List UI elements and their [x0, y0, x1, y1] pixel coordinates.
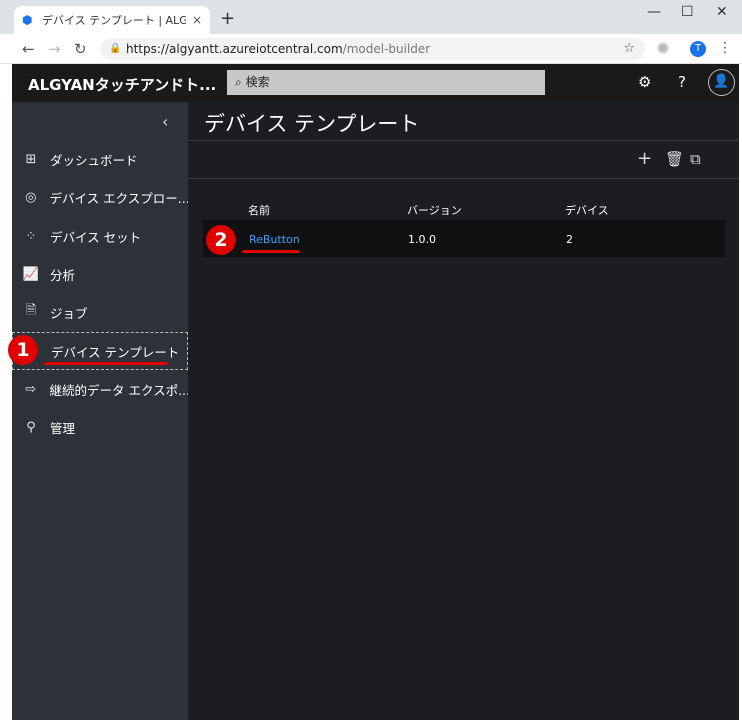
annotation-underline-2 — [242, 250, 300, 253]
export-icon: ⇨ — [25, 381, 37, 397]
forward-arrow-icon[interactable]: → — [48, 40, 61, 58]
tab-close-icon[interactable]: × — [192, 13, 202, 27]
sidebar-item-label: 継続的データ エクスポ... — [49, 382, 188, 398]
collapse-chevron-icon[interactable]: ‹ — [162, 112, 168, 131]
browser-tab[interactable]: ⬢ デバイス テンプレート | ALGYANタッチ × — [14, 6, 210, 34]
copy-icon[interactable]: ⧉ — [690, 150, 701, 168]
url-input[interactable]: 🔒 https://algyantt.azureiotcentral.com/m… — [100, 38, 645, 60]
sidebar: ‹ ⊞ ダッシュボード ◎ デバイス エクスプロー... ⁘ デバイス セット … — [12, 102, 188, 720]
main-content: デバイス テンプレート + 🗑 ⧉ 名前 バージョン デバイス ReButton… — [188, 102, 739, 720]
bookmark-star-icon[interactable]: ☆ — [623, 38, 635, 60]
app-name[interactable]: ALGYANタッチアンドト... — [28, 74, 216, 95]
browser-address-bar: ← → ↻ 🔒 https://algyantt.azureiotcentral… — [0, 34, 742, 64]
template-device-count: 2 — [566, 233, 573, 246]
page-title: デバイス テンプレート — [204, 112, 420, 136]
sidebar-item-data-export[interactable]: ⇨ 継続的データ エクスポ... — [12, 370, 188, 408]
minimize-icon[interactable]: — — [647, 4, 661, 20]
sidebar-item-dashboard[interactable]: ⊞ ダッシュボード — [12, 140, 188, 178]
column-header-version[interactable]: バージョン — [407, 202, 462, 218]
sidebar-item-admin[interactable]: ⚲ 管理 — [12, 408, 188, 446]
iot-central-favicon-icon: ⬢ — [22, 13, 33, 27]
lock-icon: 🔒 — [109, 43, 122, 54]
annotation-underline-1 — [44, 362, 168, 365]
browser-menu-icon[interactable]: ⋮ — [718, 40, 732, 56]
column-header-name[interactable]: 名前 — [248, 202, 270, 218]
app-header: ALGYANタッチアンドト... ⌕ 検索 ⚙ ? 👤 — [12, 64, 739, 102]
sidebar-item-label: デバイス テンプレート — [51, 344, 180, 360]
search-placeholder: 検索 — [245, 75, 270, 89]
reload-icon[interactable]: ↻ — [74, 40, 87, 58]
user-avatar-icon[interactable]: 👤 — [708, 69, 735, 96]
maximize-icon[interactable]: ☐ — [681, 4, 694, 20]
template-name-link[interactable]: ReButton — [249, 233, 300, 246]
sidebar-item-analytics[interactable]: 📈 分析 — [12, 255, 188, 293]
sidebar-item-device-explorer[interactable]: ◎ デバイス エクスプロー... — [12, 178, 188, 216]
dashboard-icon: ⊞ — [25, 151, 37, 167]
sidebar-item-label: ダッシュボード — [50, 152, 138, 168]
column-header-devices[interactable]: デバイス — [565, 202, 609, 218]
close-window-icon[interactable]: ✕ — [716, 4, 728, 20]
sidebar-item-label: デバイス セット — [50, 229, 142, 245]
browser-profile-avatar[interactable]: T — [690, 41, 706, 57]
sidebar-item-label: 分析 — [50, 267, 76, 283]
admin-icon: ⚲ — [26, 419, 36, 435]
device-set-icon: ⁘ — [25, 228, 37, 244]
back-arrow-icon[interactable]: ← — [22, 40, 35, 58]
analytics-icon: 📈 — [22, 266, 40, 282]
divider — [188, 140, 739, 141]
sidebar-item-label: 管理 — [50, 420, 76, 436]
divider — [188, 178, 739, 179]
search-input[interactable]: ⌕ 検索 — [227, 70, 545, 95]
sidebar-item-device-sets[interactable]: ⁘ デバイス セット — [12, 217, 188, 255]
url-path: /model-builder — [342, 42, 431, 56]
annotation-badge-1: 1 — [8, 335, 38, 365]
help-icon[interactable]: ? — [678, 73, 686, 91]
settings-gear-icon[interactable]: ⚙ — [638, 73, 651, 91]
annotation-badge-2: 2 — [206, 225, 236, 255]
template-version: 1.0.0 — [408, 233, 436, 246]
url-host: https://algyantt.azureiotcentral.com — [126, 42, 343, 56]
sidebar-item-label: デバイス エクスプロー... — [49, 190, 188, 206]
sidebar-item-label: ジョブ — [50, 305, 88, 321]
delete-trash-icon[interactable]: 🗑 — [665, 150, 684, 168]
tab-title: デバイス テンプレート | ALGYANタッチ — [42, 14, 186, 27]
sidebar-item-jobs[interactable]: 🗎 ジョブ — [12, 293, 188, 331]
jobs-icon: 🗎 — [25, 303, 37, 318]
browser-tab-bar: ⬢ デバイス テンプレート | ALGYANタッチ × + — ☐ ✕ — [0, 0, 742, 34]
device-explorer-icon: ◎ — [25, 189, 37, 205]
extension-icon[interactable] — [657, 42, 669, 54]
search-icon: ⌕ — [235, 75, 242, 89]
add-icon[interactable]: + — [637, 148, 652, 169]
new-tab-button[interactable]: + — [220, 8, 235, 29]
